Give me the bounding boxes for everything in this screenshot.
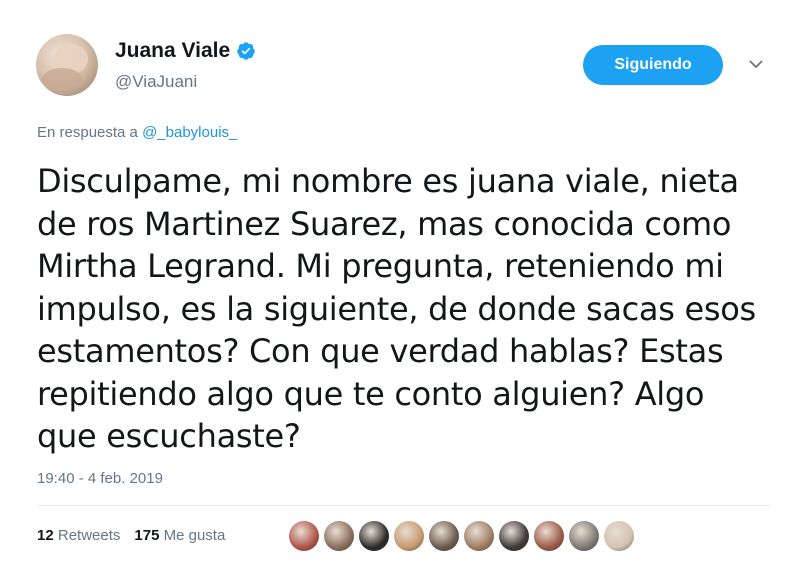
reply-prefix: En respuesta a xyxy=(37,124,138,141)
tweet-text-line: de ros Martinez Suarez, mas conocida com… xyxy=(37,204,732,243)
tweet-stats: 12 Retweets 175 Me gusta xyxy=(37,527,225,544)
tweet-text-line: Mirtha Legrand. Mi pregunta, reteniendo … xyxy=(37,247,724,285)
liker-avatar[interactable] xyxy=(429,521,459,551)
retweets-stat[interactable]: 12 Retweets xyxy=(37,527,120,544)
retweets-count: 12 xyxy=(37,527,54,544)
avatar-shadow xyxy=(42,68,82,90)
liker-avatar[interactable] xyxy=(289,521,319,551)
liker-avatar[interactable] xyxy=(499,521,529,551)
tweet-text-line: estamentos? Con que verdad hablas? Estas xyxy=(37,332,724,370)
liker-avatar[interactable] xyxy=(394,521,424,551)
tweet-text-line: impulso, es la siguiente, de donde sacas… xyxy=(37,289,756,328)
liker-avatar[interactable] xyxy=(464,521,494,551)
following-button[interactable]: Siguiendo xyxy=(583,45,723,85)
author-avatar[interactable] xyxy=(36,34,98,96)
liker-avatars xyxy=(289,521,634,551)
liker-avatar[interactable] xyxy=(569,521,599,551)
reply-context: En respuesta a @_babylouis_ xyxy=(37,124,237,141)
tweet-text-line: Disculpame, mi nombre es juana viale, ni… xyxy=(37,162,739,200)
author-handle[interactable]: @ViaJuani xyxy=(115,72,197,92)
likes-label: Me gusta xyxy=(163,527,226,544)
stats-divider xyxy=(37,505,770,506)
author-display-name[interactable]: Juana Viale xyxy=(115,39,230,63)
liker-avatar[interactable] xyxy=(359,521,389,551)
tweet-text: Disculpame, mi nombre es juana viale, ni… xyxy=(37,160,777,458)
tweet-text-line: repitiendo algo que te conto alguien? Al… xyxy=(37,374,705,413)
liker-avatar[interactable] xyxy=(604,521,634,551)
retweets-label: Retweets xyxy=(57,527,121,544)
likes-stat[interactable]: 175 Me gusta xyxy=(134,527,225,544)
liker-avatar[interactable] xyxy=(324,521,354,551)
author-display-name-row[interactable]: Juana Viale xyxy=(115,39,256,63)
tweet-text-line: que escuchaste? xyxy=(37,417,301,455)
verified-badge-icon xyxy=(237,42,255,60)
tweet-timestamp[interactable]: 19:40 - 4 feb. 2019 xyxy=(37,470,163,487)
likes-count: 175 xyxy=(134,527,160,544)
liker-avatar[interactable] xyxy=(534,521,564,551)
reply-to-handle-link[interactable]: @_babylouis_ xyxy=(142,124,237,141)
chevron-down-icon[interactable] xyxy=(748,58,764,70)
